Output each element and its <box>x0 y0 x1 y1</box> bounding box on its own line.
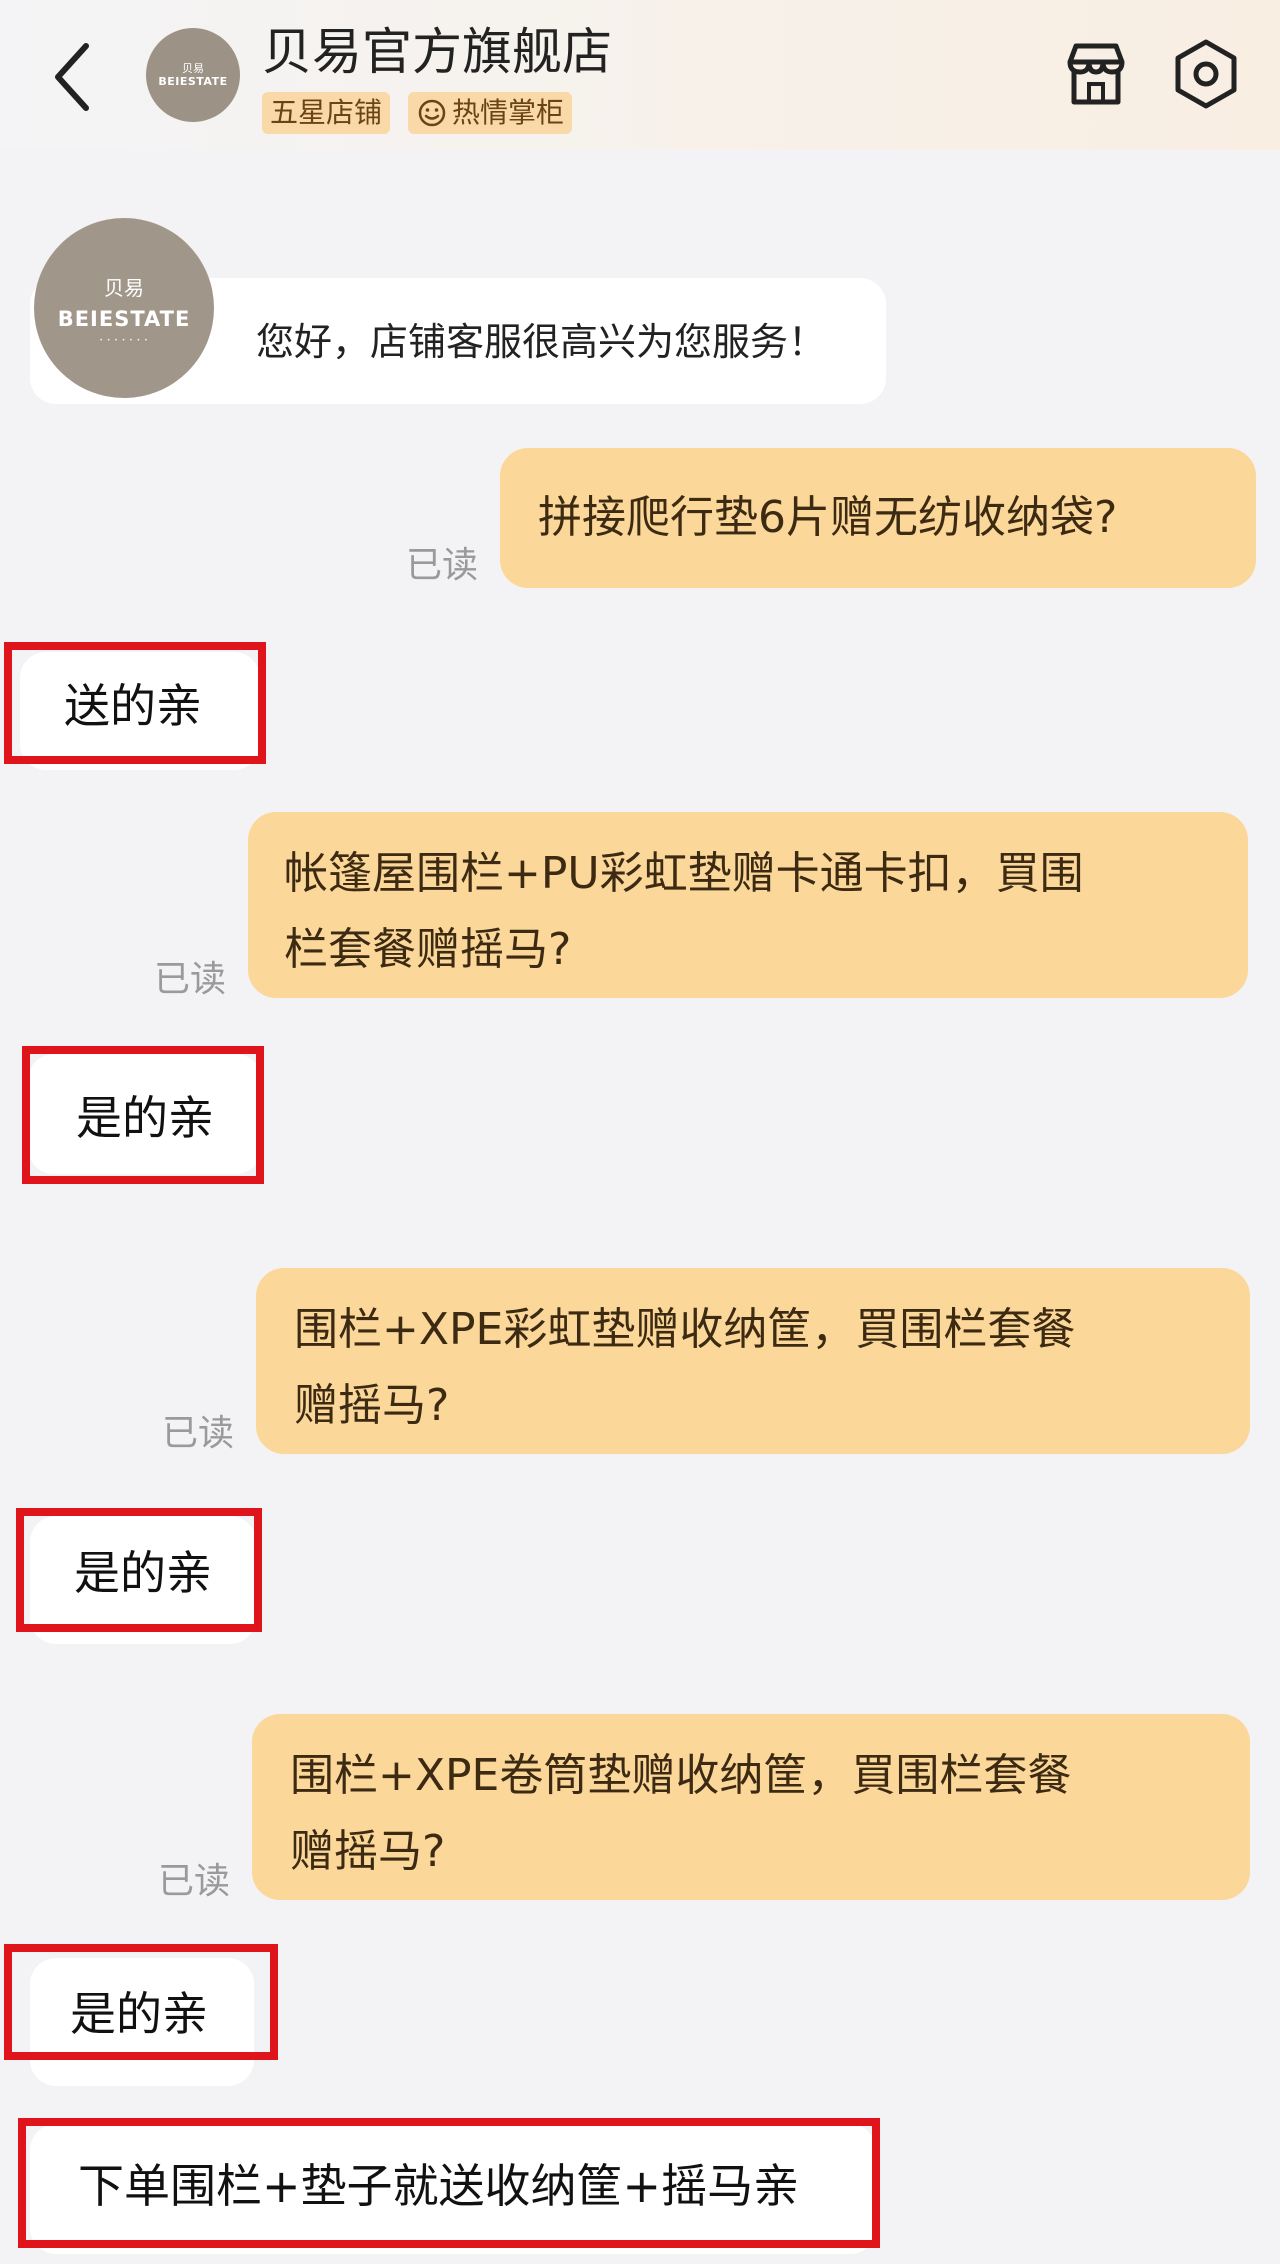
read-status-7: 已读 <box>158 1861 231 1902</box>
five-star-badge: 五星店铺 <box>262 92 391 134</box>
message-text-line-1: 围栏+XPE卷筒垫赠收纳筐，買围栏套餐 <box>290 1750 1072 1801</box>
message-text: 送的亲 <box>64 679 202 733</box>
chat-header: 贝易 BEIESTATE 贝易官方旗舰店 五星店铺 热情掌柜 <box>0 0 1280 150</box>
avatar-decor-line: • • • • • • • <box>99 337 149 344</box>
message-text: 是的亲 <box>74 1546 212 1600</box>
smile-heart-icon <box>418 99 446 127</box>
agent-avatar-text-cn: 贝易 <box>104 276 144 300</box>
message-text-line-1: 围栏+XPE彩虹垫赠收纳筐，買围栏套餐 <box>294 1304 1076 1355</box>
agent-avatar-text-en: BEIESTATE <box>57 307 191 331</box>
shop-message-8: 是的亲 <box>4 1944 278 2060</box>
read-status-5: 已读 <box>162 1413 235 1454</box>
message-text: 是的亲 <box>70 1987 208 2041</box>
user-message-5: 围栏+XPE彩虹垫赠收纳筐，買围栏套餐 赠摇马? <box>256 1268 1250 1454</box>
shop-icon-button[interactable] <box>1058 36 1134 112</box>
warm-badge-label: 热情掌柜 <box>452 96 565 129</box>
shop-message-9: 下单围栏+垫子就送收纳筐+摇马亲 <box>18 2118 880 2248</box>
warm-shopkeeper-badge: 热情掌柜 <box>408 92 573 134</box>
user-message-3: 帐篷屋围栏+PU彩虹垫赠卡通卡扣，買围 栏套餐赠摇马? <box>248 812 1248 998</box>
shop-icon <box>1067 43 1125 105</box>
user-message-7: 围栏+XPE卷筒垫赠收纳筐，買围栏套餐 赠摇马? <box>252 1714 1250 1900</box>
settings-icon-button[interactable] <box>1168 36 1244 112</box>
message-text-line-2: 赠摇马? <box>294 1380 450 1431</box>
read-status-1: 已读 <box>406 545 479 586</box>
message-text: 是的亲 <box>76 1091 214 1145</box>
back-button[interactable] <box>44 32 104 122</box>
message-text-line-1: 帐篷屋围栏+PU彩虹垫赠卡通卡扣，買围 <box>284 848 1084 899</box>
settings-icon <box>1175 39 1237 109</box>
shop-message-6: 是的亲 <box>16 1508 262 1632</box>
avatar-text-cn: 贝易 <box>182 61 204 75</box>
chevron-left-icon <box>55 43 89 111</box>
user-message-1: 拼接爬行垫6片赠无纺收纳袋? <box>500 448 1256 588</box>
store-name[interactable]: 贝易官方旗舰店 <box>262 12 612 84</box>
message-text: 拼接爬行垫6片赠无纺收纳袋? <box>538 492 1118 543</box>
message-text: 下单围栏+垫子就送收纳筐+摇马亲 <box>78 2159 800 2213</box>
shop-agent-avatar[interactable]: 贝易 BEIESTATE • • • • • • • <box>34 218 214 398</box>
message-text-line-2: 栏套餐赠摇马? <box>284 924 572 975</box>
read-status-3: 已读 <box>154 959 227 1000</box>
message-text-line-2: 赠摇马? <box>290 1826 446 1877</box>
avatar-text-en: BEIESTATE <box>158 74 228 88</box>
shop-message-2: 送的亲 <box>4 642 266 764</box>
shop-message-4: 是的亲 <box>22 1046 264 1184</box>
store-avatar[interactable]: 贝易 BEIESTATE <box>146 28 240 122</box>
